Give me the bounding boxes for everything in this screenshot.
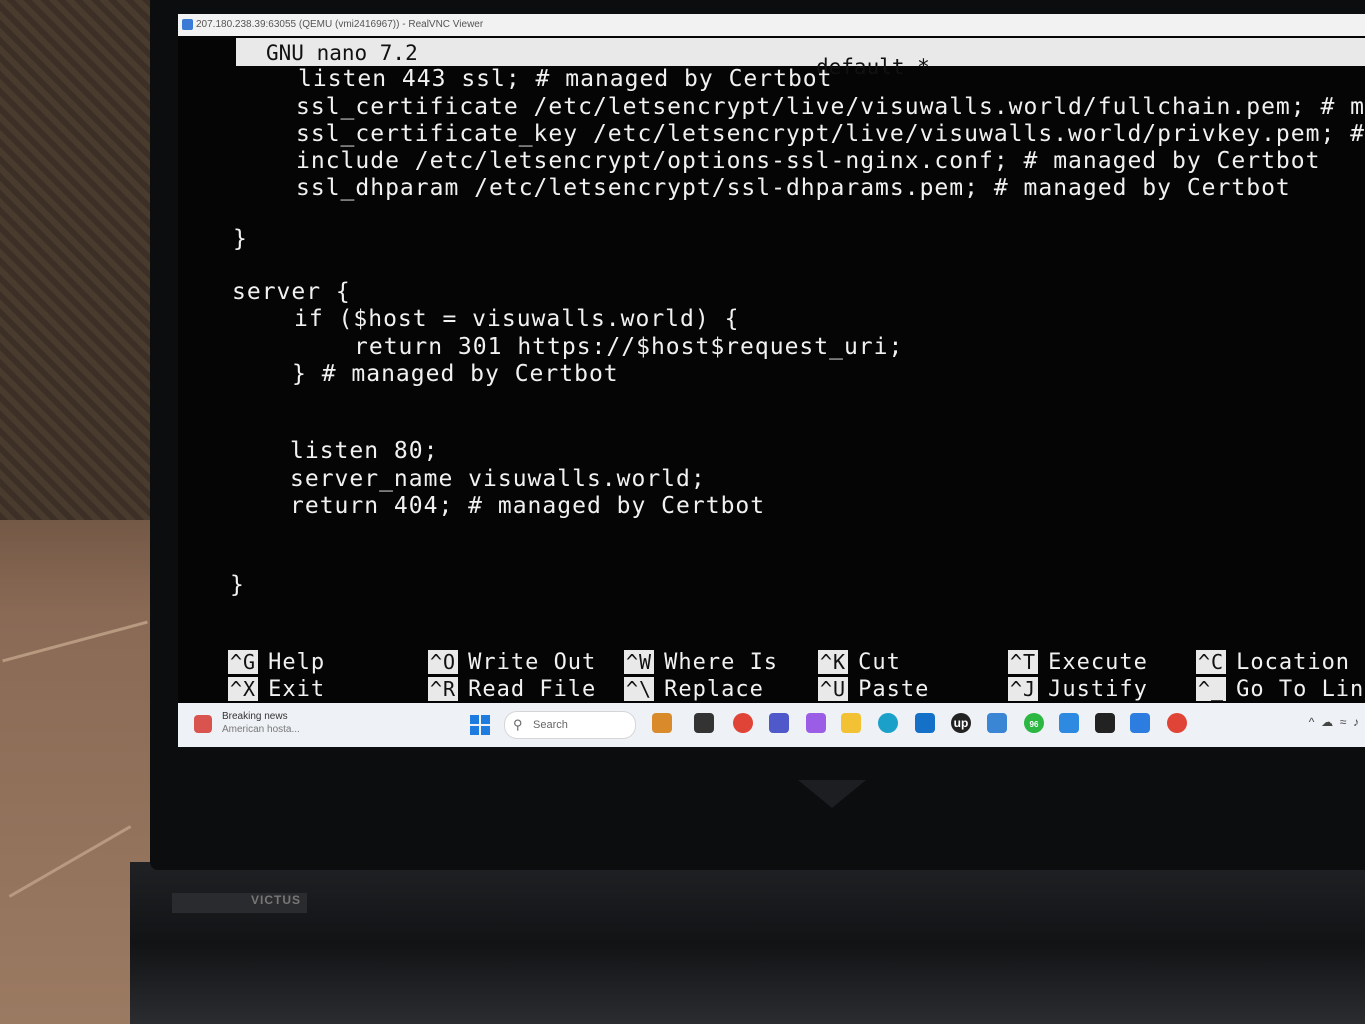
taskbar-search[interactable]: ⚲ Search <box>504 711 636 739</box>
news-title: Breaking news <box>222 711 288 722</box>
wifi-icon[interactable]: ≈ <box>1340 715 1347 729</box>
code-line: server { <box>232 279 351 305</box>
shortcut-read-file[interactable]: ^R Read File <box>428 677 596 702</box>
code-line: } <box>233 226 248 252</box>
code-line: } # managed by Certbot <box>292 361 619 387</box>
shortcut-key: ^_ <box>1196 677 1227 701</box>
shortcut-label: Read File <box>468 677 597 702</box>
screen: 207.180.238.39:63055 (QEMU (vmi2416967))… <box>178 14 1365 747</box>
nano-version: GNU nano 7.2 <box>266 41 418 65</box>
shortcut-key: ^W <box>624 650 655 674</box>
nano-title-bar: GNU nano 7.2 default * <box>236 38 1365 79</box>
code-line: listen 443 ssl; # managed by Certbot <box>298 66 833 92</box>
shortcut-write-out[interactable]: ^O Write Out <box>428 650 596 675</box>
shortcut-help[interactable]: ^G Help <box>228 650 325 675</box>
system-tray[interactable]: ^ ☁ ≈ ♪ <box>1309 715 1359 729</box>
shortcut-label: Help <box>268 650 326 675</box>
shortcut-key: ^J <box>1008 677 1039 701</box>
whatsapp-icon[interactable]: 96 <box>1024 713 1044 733</box>
shortcut-key: ^C <box>1196 650 1227 674</box>
shortcut-label: Replace <box>664 677 764 702</box>
code-line: } <box>230 572 245 598</box>
shortcut-replace[interactable]: ^\ Replace <box>624 677 764 702</box>
nano-filename: default * <box>816 55 930 79</box>
realvnc-icon[interactable] <box>1130 713 1150 733</box>
code-line: include /etc/letsencrypt/options-ssl-ngi… <box>296 148 1321 174</box>
shortcut-label: Write Out <box>468 650 597 675</box>
search-label: Search <box>533 719 568 731</box>
chrome-icon[interactable] <box>733 713 753 733</box>
shortcut-label: Cut <box>858 650 901 675</box>
folder-icon[interactable] <box>841 713 861 733</box>
vnc-title-text: 207.180.238.39:63055 (QEMU (vmi2416967))… <box>196 19 484 30</box>
news-icon <box>194 715 212 733</box>
edge-icon[interactable] <box>878 713 898 733</box>
shortcut-label: Execute <box>1048 650 1148 675</box>
vscode-icon[interactable] <box>1059 713 1079 733</box>
code-line: return 301 https://$host$request_uri; <box>354 334 904 360</box>
shortcut-cut[interactable]: ^K Cut <box>818 650 901 675</box>
chrome-dev-icon[interactable] <box>1167 713 1187 733</box>
code-line: listen 80; <box>290 438 439 464</box>
news-subtitle: American hosta... <box>222 724 300 735</box>
code-line: return 404; # managed by Certbot <box>290 493 766 519</box>
code-line: if ($host = visuwalls.world) { <box>294 306 740 332</box>
shortcut-label: Go To Lin <box>1236 677 1365 702</box>
laptop-hinge-label: VICTUS <box>172 893 307 913</box>
shortcut-key: ^U <box>818 677 849 701</box>
chevron-up-icon[interactable]: ^ <box>1309 715 1315 729</box>
shortcut-key: ^\ <box>624 677 655 701</box>
code-line: ssl_certificate_key /etc/letsencrypt/liv… <box>296 121 1365 147</box>
shortcut-key: ^T <box>1008 650 1039 674</box>
shortcut-key: ^O <box>428 650 459 674</box>
shortcut-label: Paste <box>858 677 930 702</box>
upwork-icon[interactable]: up <box>951 713 971 733</box>
shortcut-where-is[interactable]: ^W Where Is <box>624 650 778 675</box>
shortcut-key: ^K <box>818 650 849 674</box>
search-icon: ⚲ <box>513 717 523 732</box>
laptop-base <box>130 862 1365 1024</box>
nano-shortcut-bar: ^G Help ^X Exit ^O Write Out ^R Read File ^W… <box>178 648 1365 708</box>
shortcut-label: Location <box>1236 650 1351 675</box>
volume-icon[interactable]: ♪ <box>1353 715 1359 729</box>
notes-icon[interactable] <box>987 713 1007 733</box>
shortcut-justify[interactable]: ^J Justify <box>1008 677 1148 702</box>
shortcut-label: Where Is <box>664 650 779 675</box>
code-line: server_name visuwalls.world; <box>290 466 706 492</box>
shortcut-key: ^R <box>428 677 459 701</box>
windows-start-icon[interactable] <box>470 715 490 735</box>
code-line: ssl_dhparam /etc/letsencrypt/ssl-dhparam… <box>296 175 1291 201</box>
notepad-icon[interactable] <box>694 713 714 733</box>
shortcut-key: ^G <box>228 650 259 674</box>
laptop-logo <box>798 780 866 808</box>
windows-taskbar: Breaking news American hosta... ⚲ Search… <box>178 703 1365 747</box>
terminal-icon[interactable] <box>1095 713 1115 733</box>
outlook-icon[interactable] <box>915 713 935 733</box>
briefcase-icon[interactable] <box>652 713 672 733</box>
shortcut-label: Exit <box>268 677 326 702</box>
cloud-icon[interactable]: ☁ <box>1321 715 1333 729</box>
whatsapp-badge: 96 <box>1029 720 1039 729</box>
teams-icon[interactable] <box>769 713 789 733</box>
shortcut-exit[interactable]: ^X Exit <box>228 677 325 702</box>
shortcut-go-to-line[interactable]: ^_ Go To Lin <box>1196 677 1364 702</box>
shortcut-location[interactable]: ^C Location <box>1196 650 1350 675</box>
shortcut-key: ^X <box>228 677 259 701</box>
shortcut-label: Justify <box>1048 677 1148 702</box>
shortcut-execute[interactable]: ^T Execute <box>1008 650 1148 675</box>
vnc-window-title[interactable]: 207.180.238.39:63055 (QEMU (vmi2416967))… <box>178 14 1365 36</box>
code-line: ssl_certificate /etc/letsencrypt/live/vi… <box>296 94 1365 120</box>
shortcut-paste[interactable]: ^U Paste <box>818 677 929 702</box>
copilot-icon[interactable] <box>806 713 826 733</box>
vnc-icon <box>182 19 193 30</box>
